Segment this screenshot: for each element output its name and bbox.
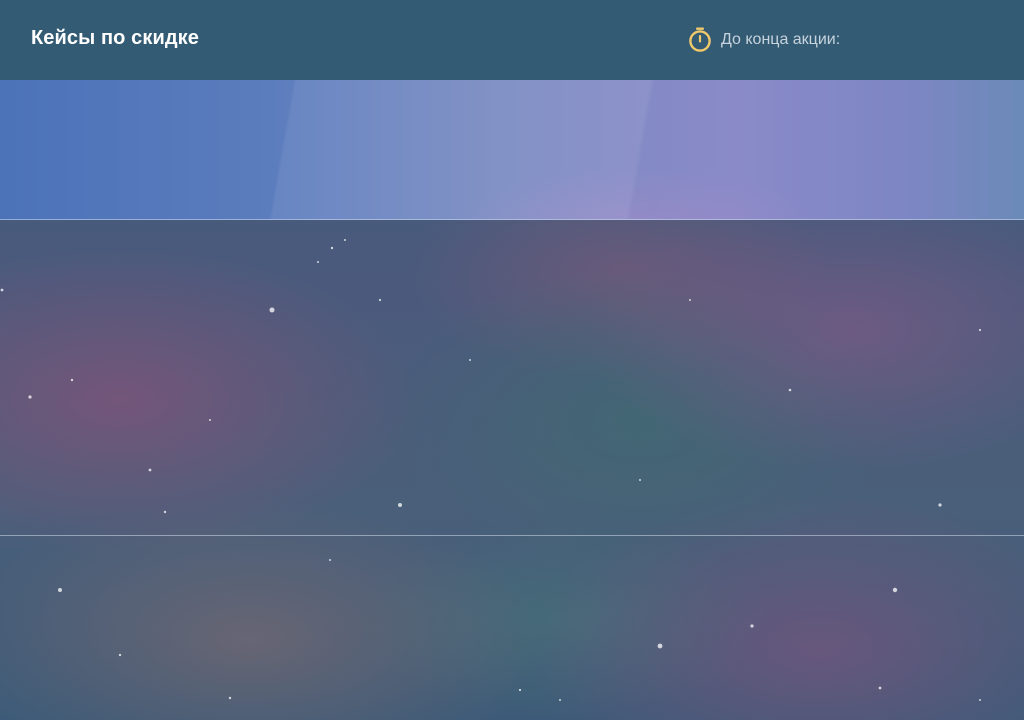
promo-banner [0,80,1024,220]
stopwatch-icon [688,27,712,53]
timer-label: До конца акции: [721,31,841,48]
page-header: Кейсы по скидке До конца акции: [0,0,1024,80]
footer-panel [0,536,1024,720]
promo-timer: До конца акции: [688,27,840,53]
cases-panel [0,221,1024,535]
page-title: Кейсы по скидке [31,27,199,49]
